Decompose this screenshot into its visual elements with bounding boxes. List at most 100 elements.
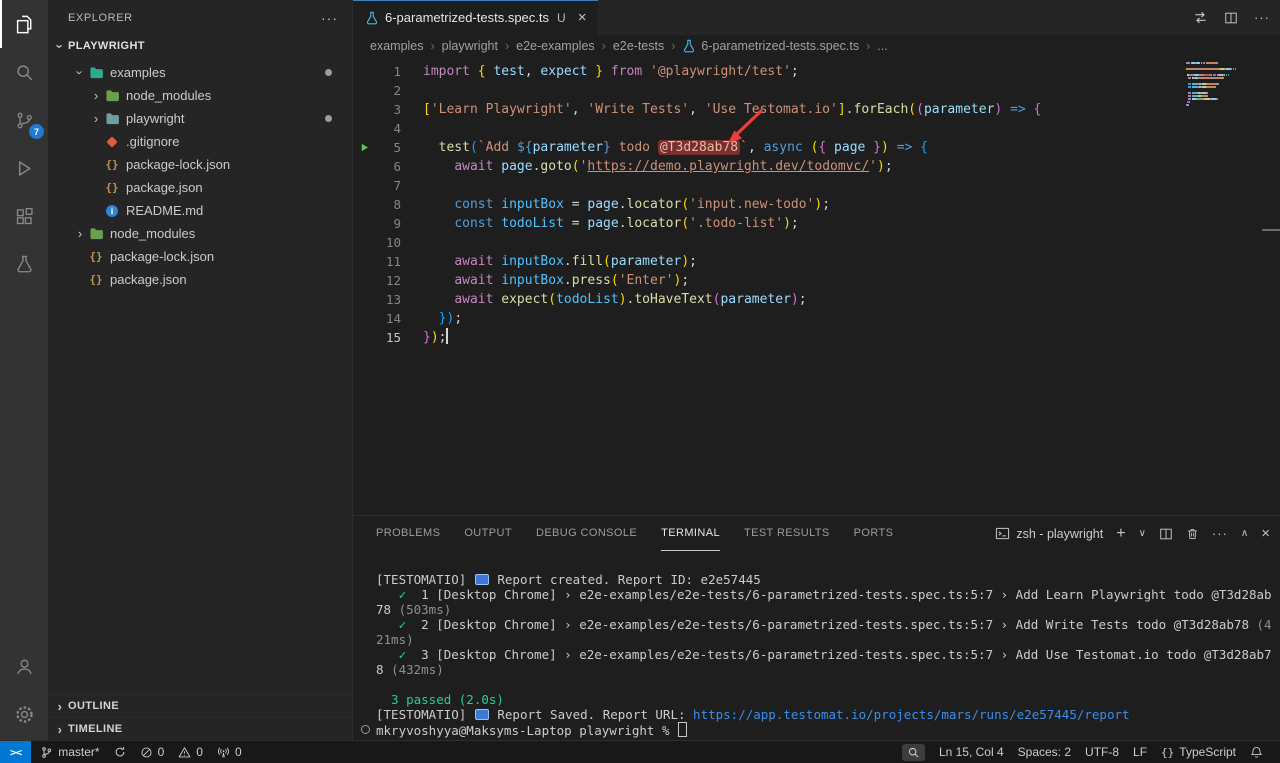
code-line-3[interactable]: 3['Learn Playwright', 'Write Tests', 'Us… bbox=[353, 100, 1280, 119]
panel-header: PROBLEMS OUTPUT DEBUG CONSOLE TERMINAL TEST … bbox=[353, 516, 1280, 551]
new-terminal-button[interactable]: + bbox=[1116, 526, 1125, 542]
code-line-2[interactable]: 2 bbox=[353, 81, 1280, 100]
run-debug-icon[interactable] bbox=[0, 144, 48, 192]
tree-file--gitignore[interactable]: .gitignore bbox=[48, 130, 352, 153]
code-line-11[interactable]: 11 await inputBox.fill(parameter); bbox=[353, 252, 1280, 271]
language-mode-status[interactable]: {}TypeScript bbox=[1154, 741, 1243, 763]
minimap[interactable] bbox=[1186, 62, 1250, 107]
code-line-5[interactable]: 5 test(`Add ${parameter} todo @T3d28ab78… bbox=[353, 138, 1280, 157]
panel-tab-test-results[interactable]: TEST RESULTS bbox=[744, 516, 830, 551]
extensions-icon[interactable] bbox=[0, 192, 48, 240]
maximize-panel-button[interactable]: ∧ bbox=[1241, 529, 1248, 539]
editor-more-actions-button[interactable]: ··· bbox=[1254, 11, 1270, 24]
code-line-4[interactable]: 4 bbox=[353, 119, 1280, 138]
encoding-status[interactable]: UTF-8 bbox=[1078, 741, 1126, 763]
code-line-7[interactable]: 7 bbox=[353, 176, 1280, 195]
open-changes-button[interactable] bbox=[1193, 10, 1208, 25]
eol-status[interactable]: LF bbox=[1126, 741, 1154, 763]
breadcrumb-item[interactable]: playwright bbox=[442, 39, 498, 53]
item-label: node_modules bbox=[110, 226, 195, 241]
zoom-icon bbox=[902, 744, 925, 761]
terminal-more-actions-button[interactable]: ··· bbox=[1212, 527, 1228, 540]
breadcrumb-item[interactable]: e2e-examples bbox=[516, 39, 595, 53]
settings-icon[interactable] bbox=[0, 690, 48, 738]
gutter bbox=[353, 309, 375, 328]
code-text: }); bbox=[423, 328, 448, 347]
notifications-bell[interactable] bbox=[1243, 741, 1270, 763]
folder-icon bbox=[104, 89, 120, 103]
minimap-line bbox=[1186, 80, 1250, 82]
npm-icon: {} bbox=[88, 250, 104, 264]
split-editor-button[interactable] bbox=[1224, 11, 1238, 25]
sync-changes-button[interactable] bbox=[107, 741, 133, 763]
breadcrumb-item[interactable]: 6-parametrized-tests.spec.ts bbox=[682, 39, 859, 53]
code-line-9[interactable]: 9 const todoList = page.locator('.todo-l… bbox=[353, 214, 1280, 233]
code-line-10[interactable]: 10 bbox=[353, 233, 1280, 252]
split-terminal-button[interactable] bbox=[1159, 527, 1173, 541]
kill-terminal-button[interactable] bbox=[1186, 527, 1199, 541]
panel-tab-problems[interactable]: PROBLEMS bbox=[376, 516, 440, 551]
close-panel-button[interactable]: × bbox=[1261, 526, 1270, 541]
terminal[interactable]: [TESTOMATIO] Report created. Report ID: … bbox=[353, 551, 1280, 738]
code-editor[interactable]: 1import { test, expect } from '@playwrig… bbox=[353, 57, 1280, 515]
terminal-link[interactable]: https://app.testomat.io/projects/mars/ru… bbox=[693, 707, 1130, 722]
status-right: Ln 15, Col 4Spaces: 2UTF-8LF{}TypeScript bbox=[895, 741, 1280, 763]
gutter bbox=[353, 233, 375, 252]
testing-icon[interactable] bbox=[0, 240, 48, 288]
tree-file-readme-md[interactable]: iREADME.md bbox=[48, 199, 352, 222]
minimap-line bbox=[1186, 83, 1250, 85]
search-icon[interactable] bbox=[0, 48, 48, 96]
breadcrumb-item[interactable]: e2e-tests bbox=[613, 39, 664, 53]
run-test-button[interactable] bbox=[353, 138, 375, 157]
gutter bbox=[353, 271, 375, 290]
tree-file-package-lock-json[interactable]: {}package-lock.json bbox=[48, 245, 352, 268]
terminal-launch-profile-dropdown[interactable]: ∨ bbox=[1139, 529, 1146, 539]
code-line-1[interactable]: 1import { test, expect } from '@playwrig… bbox=[353, 62, 1280, 81]
tree-file-package-json[interactable]: {}package.json bbox=[48, 176, 352, 199]
code-line-12[interactable]: 12 await inputBox.press('Enter'); bbox=[353, 271, 1280, 290]
tree-file-package-json[interactable]: {}package.json bbox=[48, 268, 352, 291]
tab-6-parametrized-tests[interactable]: 6-parametrized-tests.spec.ts U × bbox=[353, 0, 598, 35]
breadcrumb-item[interactable]: examples bbox=[370, 39, 424, 53]
command-decoration-icon[interactable] bbox=[361, 725, 370, 734]
panel-tab-debug-console[interactable]: DEBUG CONSOLE bbox=[536, 516, 637, 551]
code-line-6[interactable]: 6 await page.goto('https://demo.playwrig… bbox=[353, 157, 1280, 176]
accounts-icon[interactable] bbox=[0, 642, 48, 690]
remote-indicator[interactable]: >< bbox=[0, 741, 31, 763]
chevron-right-icon: › bbox=[88, 111, 104, 126]
cursor-position-status[interactable]: Ln 15, Col 4 bbox=[932, 741, 1011, 763]
tree-folder-node-modules[interactable]: ›node_modules bbox=[48, 84, 352, 107]
panel-tab-output[interactable]: OUTPUT bbox=[464, 516, 512, 551]
tree-folder-node-modules[interactable]: ›node_modules bbox=[48, 222, 352, 245]
sidebar-header: EXPLORER ··· bbox=[48, 0, 352, 35]
breadcrumb-item[interactable]: ... bbox=[877, 39, 887, 53]
section-playwright[interactable]: › PLAYWRIGHT bbox=[48, 35, 352, 57]
terminal-session-selector[interactable]: zsh - playwright bbox=[995, 526, 1103, 541]
panel-controls: zsh - playwright + ∨ ··· ∧ × bbox=[995, 526, 1270, 542]
section-outline[interactable]: ›OUTLINE bbox=[48, 694, 352, 717]
code-line-8[interactable]: 8 const inputBox = page.locator('input.n… bbox=[353, 195, 1280, 214]
warnings-status[interactable]: 0 bbox=[171, 741, 210, 763]
ports-status[interactable]: 0 bbox=[210, 741, 249, 763]
git-branch-status[interactable]: master* bbox=[33, 741, 106, 763]
close-tab-button[interactable]: × bbox=[576, 9, 589, 26]
errors-status[interactable]: 0 bbox=[133, 741, 172, 763]
tree-file-package-lock-json[interactable]: {}package-lock.json bbox=[48, 153, 352, 176]
source-control-icon[interactable]: 7 bbox=[0, 96, 48, 144]
indentation-status[interactable]: Spaces: 2 bbox=[1011, 741, 1078, 763]
remote-icon: >< bbox=[10, 746, 21, 759]
code-line-15[interactable]: 15}); bbox=[353, 328, 1280, 347]
code-line-14[interactable]: 14 }); bbox=[353, 309, 1280, 328]
code-text: await page.goto('https://demo.playwright… bbox=[423, 157, 893, 176]
explorer-actions-button[interactable]: ··· bbox=[321, 10, 338, 26]
zoom-indicator[interactable] bbox=[895, 741, 932, 763]
vscode-window: 7 EXPLORER ··· › PLAYWRIGHT ›examples›no… bbox=[0, 0, 1280, 763]
tree-folder-playwright[interactable]: ›playwright bbox=[48, 107, 352, 130]
code-line-13[interactable]: 13 await expect(todoList).toHaveText(par… bbox=[353, 290, 1280, 309]
url-link[interactable]: https://demo.playwright.dev/todomvc/ bbox=[587, 159, 869, 174]
panel-tab-terminal[interactable]: TERMINAL bbox=[661, 516, 720, 551]
panel-tab-ports[interactable]: PORTS bbox=[854, 516, 894, 551]
tree-folder-examples[interactable]: ›examples bbox=[48, 61, 352, 84]
explorer-icon[interactable] bbox=[0, 0, 48, 48]
section-timeline[interactable]: ›TIMELINE bbox=[48, 717, 352, 740]
